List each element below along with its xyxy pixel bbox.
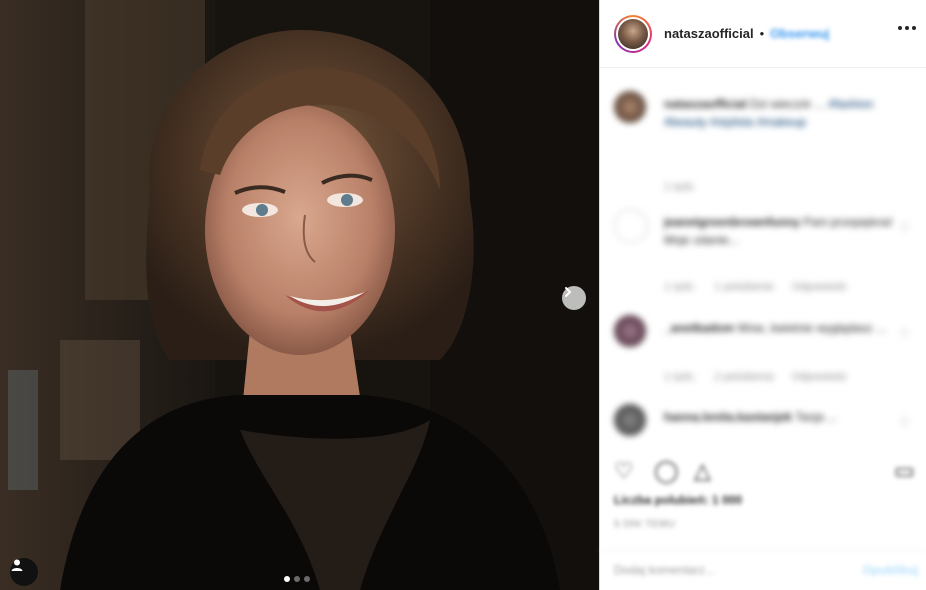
chevron-right-icon (565, 287, 572, 297)
comment-item: _anetkadom Wow, świetnie wyglądasz ... ♡… (614, 315, 914, 395)
post-sidebar: nataszaofficial • Obserwuj nataszaoffici… (600, 0, 926, 590)
username-link[interactable]: nataszaofficial (664, 26, 754, 41)
post-photo (0, 0, 599, 590)
post-actions: ♡ ◯ △ ▭ (614, 455, 915, 485)
avatar[interactable] (614, 91, 646, 123)
heart-icon[interactable]: ♡ (899, 416, 910, 430)
user-icon (11, 559, 23, 571)
carousel-dot (294, 576, 300, 582)
carousel-indicator (284, 576, 310, 582)
like-heart-icon[interactable]: ♡ (614, 458, 634, 484)
comment-meta: 1 tydz. 2 polubienia Odpowiedz (664, 371, 847, 383)
comment-likes[interactable]: 1 polubienie (714, 281, 773, 293)
add-comment-bar: Dodaj komentarz... Opublikuj (600, 550, 926, 590)
comment-item: hanna.lenita.kastanjek Tanja ... ♡ (614, 404, 914, 448)
dot-icon (905, 26, 909, 30)
comment-username[interactable]: nataszaofficial (664, 97, 747, 111)
comment-time: 1 tydz. (664, 281, 697, 293)
dot-icon (912, 26, 916, 30)
separator: • (759, 26, 765, 41)
comment-meta: 1 tydz. 1 polubienie Odpowiedz (664, 281, 847, 293)
reply-button[interactable]: Odpowiedz (792, 281, 847, 293)
avatar[interactable] (614, 404, 646, 436)
reply-button[interactable]: Odpowiedz (792, 371, 847, 383)
comment-icon[interactable]: ◯ (654, 458, 679, 484)
post-date: 5 DNI TEMU (614, 519, 676, 530)
tagged-users-button[interactable] (10, 558, 38, 586)
post-comment-button[interactable]: Opublikuj (863, 563, 918, 577)
comment-meta: 1 tydz. (664, 181, 696, 193)
comment-time: 1 tydz. (664, 181, 697, 193)
avatar[interactable] (614, 209, 648, 243)
comment-username[interactable]: hanna.lenita.kastanjek (664, 410, 792, 424)
comments-list: nataszaofficial Dzi wieczór ... #fashion… (600, 69, 926, 449)
comment-username[interactable]: _anetkadom (664, 321, 734, 335)
comment-text: hanna.lenita.kastanjek Tanja ... (664, 408, 894, 426)
comment-body: Tanja ... (795, 410, 838, 424)
next-slide-button[interactable] (562, 286, 586, 310)
comment-body: Wow, świetnie wyglądasz ... (737, 321, 886, 335)
avatar[interactable] (614, 315, 646, 347)
more-options-button[interactable] (898, 26, 916, 30)
comment-item: nataszaofficial Dzi wieczór ... #fashion… (614, 91, 914, 201)
avatar[interactable] (618, 18, 648, 49)
heart-icon[interactable]: ♡ (899, 327, 910, 341)
post-header: nataszaofficial • Obserwuj (600, 0, 926, 68)
comment-item: jeanetgreenbrownfunny Pani przepiękna! M… (614, 209, 914, 299)
comment-time: 1 tydz. (664, 371, 697, 383)
likes-count[interactable]: Liczba polubień: 1 000 (614, 493, 742, 507)
story-ring[interactable] (614, 14, 652, 53)
comment-input[interactable]: Dodaj komentarz... (614, 563, 715, 577)
comment-body: Dzi wieczór ... (750, 97, 825, 111)
comment-text: jeanetgreenbrownfunny Pani przepiękna! M… (664, 213, 894, 249)
comment-text: _anetkadom Wow, świetnie wyglądasz ... (664, 319, 894, 337)
share-icon[interactable]: △ (694, 458, 711, 484)
bookmark-icon[interactable]: ▭ (894, 458, 915, 484)
follow-button[interactable]: Obserwuj (770, 26, 829, 41)
comment-username[interactable]: jeanetgreenbrownfunny (664, 215, 800, 229)
comment-text: nataszaofficial Dzi wieczór ... #fashion… (664, 95, 894, 131)
carousel-dot (304, 576, 310, 582)
carousel-dot (284, 576, 290, 582)
comment-likes[interactable]: 2 polubienia (714, 371, 773, 383)
portrait-image (0, 0, 599, 590)
heart-icon[interactable]: ♡ (899, 221, 910, 235)
dot-icon (898, 26, 902, 30)
